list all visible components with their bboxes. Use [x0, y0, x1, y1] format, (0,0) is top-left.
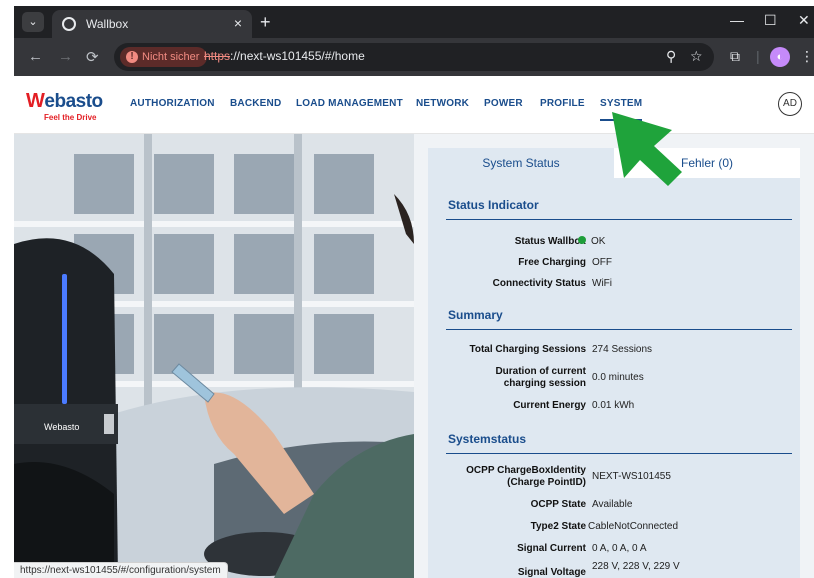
- logo-text: ebasto: [44, 91, 103, 112]
- close-window-icon[interactable]: ✕: [798, 12, 810, 29]
- forward-icon[interactable]: →: [58, 48, 73, 65]
- system-status-content: Status Indicator Status Wallbox OK Free …: [428, 178, 800, 578]
- close-tab-icon[interactable]: ×: [234, 15, 242, 31]
- extensions-icon[interactable]: ⧉: [730, 48, 740, 65]
- row-value-type2-state: CableNotConnected: [588, 521, 679, 532]
- not-secure-badge[interactable]: ! Nicht sicher: [120, 47, 208, 67]
- app-header: Webasto Feel the Drive AUTHORIZATION BAC…: [14, 76, 814, 134]
- section-summary-title: Summary: [448, 308, 503, 322]
- webasto-logo[interactable]: Webasto: [26, 90, 103, 113]
- status-wallbox-text: OK: [591, 236, 606, 247]
- row-value-connectivity: WiFi: [592, 278, 612, 289]
- browser-tab[interactable]: Wallbox ×: [52, 10, 252, 38]
- reload-icon[interactable]: ⟳: [86, 48, 99, 66]
- row-value-status-wallbox: OK: [578, 236, 605, 248]
- row-value-signal-voltage: 228 V, 228 V, 229 V: [592, 561, 680, 572]
- zoom-icon[interactable]: ⚲: [666, 48, 676, 65]
- omnibox[interactable]: ! Nicht sicher https://next-ws101455/#/h…: [114, 43, 714, 71]
- status-bar-url: https://next-ws101455/#/configuration/sy…: [14, 562, 228, 578]
- row-label-signal-current: Signal Current: [517, 543, 586, 554]
- back-icon[interactable]: ←: [28, 48, 43, 65]
- row-label-current-energy: Current Energy: [513, 400, 586, 411]
- section-status-indicator-title: Status Indicator: [448, 198, 539, 212]
- browser-window: ⌄ Wallbox × + — ☐ ✕ ← → ⟳ ! Nicht sicher…: [14, 6, 814, 578]
- nav-network[interactable]: NETWORK: [416, 98, 469, 109]
- not-secure-label: Nicht sicher: [142, 51, 200, 63]
- row-label-session-duration: Duration of current charging session: [495, 366, 586, 389]
- row-value-free-charging: OFF: [592, 257, 612, 268]
- row-value-ocpp-state: Available: [592, 499, 633, 510]
- url-scheme: https: [204, 49, 231, 63]
- maximize-icon[interactable]: ☐: [764, 12, 777, 29]
- row-label-ocpp-state: OCPP State: [530, 499, 586, 510]
- svg-text:Webasto: Webasto: [44, 422, 79, 432]
- pointer-arrow-annotation: [612, 112, 682, 186]
- url-rest: ://next-ws101455/#/home: [230, 49, 365, 63]
- url-text[interactable]: https://next-ws101455/#/home: [204, 49, 365, 63]
- logo-tagline: Feel the Drive: [44, 113, 97, 122]
- browser-menu-icon[interactable]: ⋮: [800, 48, 814, 65]
- section-systemstatus-title: Systemstatus: [448, 432, 527, 446]
- new-tab-icon[interactable]: +: [260, 12, 271, 33]
- row-label-ocpp-identity: OCPP ChargeBoxIdentity (Charge PointID): [466, 465, 586, 488]
- title-bar: ⌄ Wallbox × + — ☐ ✕: [14, 6, 814, 38]
- row-value-total-sessions: 274 Sessions: [592, 344, 653, 355]
- section-divider: [446, 329, 792, 330]
- globe-icon: [62, 17, 76, 31]
- logo-mark: W: [26, 90, 45, 112]
- row-value-signal-current: 0 A, 0 A, 0 A: [592, 543, 647, 554]
- nav-backend[interactable]: BACKEND: [230, 98, 281, 109]
- profile-avatar[interactable]: ◐: [770, 47, 790, 67]
- nav-profile[interactable]: PROFILE: [540, 98, 585, 109]
- row-value-session-duration: 0.0 minutes: [592, 372, 644, 383]
- user-avatar[interactable]: AD: [778, 92, 802, 116]
- nav-authorization[interactable]: AUTHORIZATION: [130, 98, 215, 109]
- minimize-icon[interactable]: —: [730, 12, 744, 28]
- toolbar-divider: |: [756, 48, 760, 64]
- nav-power[interactable]: POWER: [484, 98, 523, 109]
- hero-photo: Webasto: [14, 134, 414, 578]
- tab-title: Wallbox: [86, 17, 129, 31]
- tab-search-icon[interactable]: ⌄: [22, 12, 44, 32]
- row-value-current-energy: 0.01 kWh: [592, 400, 635, 411]
- warning-icon: !: [126, 51, 138, 63]
- bookmark-star-icon[interactable]: ☆: [690, 48, 703, 65]
- section-divider: [446, 453, 792, 454]
- status-panel: System Status Fehler (0) Status Indicato…: [414, 134, 814, 578]
- row-label-type2-state: Type2 State: [530, 521, 586, 532]
- wallbox-photo-illustration: Webasto: [14, 134, 414, 578]
- row-label-connectivity: Connectivity Status: [492, 278, 586, 289]
- row-label-status-wallbox: Status Wallbox: [514, 236, 586, 247]
- row-label-signal-voltage: Signal Voltage: [517, 567, 586, 578]
- tab-system-status[interactable]: System Status: [428, 148, 614, 178]
- nav-load-management[interactable]: LOAD MANAGEMENT: [296, 98, 403, 109]
- row-label-free-charging: Free Charging: [518, 257, 586, 268]
- row-label-total-sessions: Total Charging Sessions: [469, 344, 587, 355]
- address-bar-row: ← → ⟳ ! Nicht sicher https://next-ws1014…: [14, 38, 814, 76]
- status-ok-dot: [578, 236, 586, 244]
- row-value-ocpp-identity: NEXT-WS101455: [592, 471, 671, 482]
- section-divider: [446, 219, 792, 220]
